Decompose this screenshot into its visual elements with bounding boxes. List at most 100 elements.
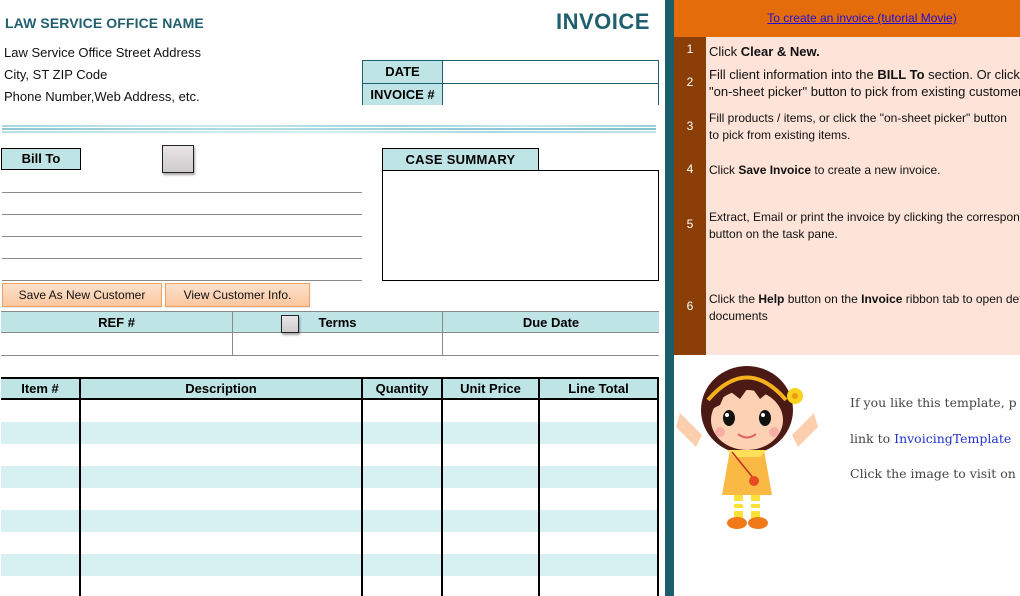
due-date-field[interactable] [443,333,659,355]
item-number-cell[interactable] [1,466,81,488]
item-number-cell[interactable] [1,554,81,576]
tutorial-movie-link[interactable]: To create an invoice (tutorial Movie) [737,11,956,25]
description-cell[interactable] [81,532,363,554]
description-cell[interactable] [81,466,363,488]
step-instruction: Extract, Email or print the invoice by c… [709,210,1020,241]
date-field[interactable] [443,61,658,83]
description-cell[interactable] [81,576,363,596]
item-number-cell[interactable] [1,400,81,422]
unit-price-cell[interactable] [443,576,540,596]
due-date-header: Due Date [522,315,580,330]
unit-price-cell[interactable] [443,422,540,444]
unit-price-cell[interactable] [443,554,540,576]
item-number-cell[interactable] [1,532,81,554]
line-total-cell[interactable] [540,488,659,510]
line-total-cell[interactable] [540,400,659,422]
line-total-cell[interactable] [540,444,659,466]
terms-header-cell: Terms [233,312,443,333]
line-total-cell[interactable] [540,576,659,596]
ref-header: REF # [1,312,233,332]
description-cell[interactable] [81,554,363,576]
quantity-cell[interactable] [363,510,443,532]
girl-right-arm [792,413,818,447]
unit-price-cell[interactable] [443,488,540,510]
item-number-cell[interactable] [1,510,81,532]
description-cell[interactable] [81,488,363,510]
template-site-image[interactable] [672,355,822,535]
girl-shoe [748,517,768,529]
quantity-cell[interactable] [363,466,443,488]
step-number: 2 [686,75,694,89]
invoice-number-field[interactable] [443,84,658,105]
quantity-cell[interactable] [363,422,443,444]
quantity-cell[interactable] [363,400,443,422]
description-cell[interactable] [81,510,363,532]
date-label: DATE [363,61,443,83]
tutorial-bar: To create an invoice (tutorial Movie) [674,0,1020,37]
save-as-new-customer-button[interactable]: Save As New Customer [2,283,162,307]
quantity-cell[interactable] [363,532,443,554]
line-total-cell[interactable] [540,510,659,532]
description-header: Description [81,379,363,398]
address-contact[interactable]: Phone Number,Web Address, etc. [4,89,200,104]
header-divider [2,125,656,134]
line-item-row [1,510,659,532]
girl-shoe [727,517,747,529]
line-item-row [1,466,659,488]
bill-to-line-3[interactable] [2,215,362,237]
terms-picker-button[interactable] [281,315,299,333]
girl-left-arm [676,413,702,447]
step-instruction: Fill client information into the BILL To… [709,67,1020,99]
step-number: 3 [686,119,694,133]
line-item-row [1,488,659,510]
quantity-cell[interactable] [363,576,443,596]
step-instruction: Click the Help button on the Invoice rib… [709,292,1020,323]
address-street[interactable]: Law Service Office Street Address [4,45,201,60]
quantity-header: Quantity [363,379,443,398]
ref-terms-values [1,333,659,355]
unit-price-cell[interactable] [443,400,540,422]
item-number-cell[interactable] [1,444,81,466]
unit-price-cell[interactable] [443,466,540,488]
unit-price-cell[interactable] [443,532,540,554]
case-summary-field[interactable] [382,170,659,281]
quantity-cell[interactable] [363,554,443,576]
ref-terms-table: REF # Terms Due Date [1,311,659,356]
unit-price-cell[interactable] [443,510,540,532]
step-instruction: Click Clear & New. [709,44,820,59]
item-number-cell[interactable] [1,422,81,444]
step-instruction: Fill products / items, or click the "on-… [709,111,1007,142]
bill-to-line-5[interactable] [2,259,362,281]
line-total-cell[interactable] [540,532,659,554]
line-items-header: Item # Description Quantity Unit Price L… [1,377,659,400]
case-summary-label: CASE SUMMARY [382,148,539,171]
company-name[interactable]: LAW SERVICE OFFICE NAME [5,15,204,31]
invoicing-template-link[interactable]: InvoicingTemplate [894,431,1011,446]
line-item-row [1,400,659,422]
ref-field[interactable] [1,333,233,355]
unit-price-cell[interactable] [443,444,540,466]
promo-line-2: link to InvoicingTemplate [850,431,1011,446]
line-total-cell[interactable] [540,422,659,444]
ref-terms-header: REF # Terms Due Date [1,311,659,333]
terms-field[interactable] [233,333,443,355]
item-number-cell[interactable] [1,488,81,510]
bill-to-line-1[interactable] [2,171,362,193]
description-cell[interactable] [81,444,363,466]
description-cell[interactable] [81,422,363,444]
address-city[interactable]: City, ST ZIP Code [4,67,107,82]
bill-to-line-2[interactable] [2,193,362,215]
quantity-cell[interactable] [363,444,443,466]
item-number-cell[interactable] [1,576,81,596]
bill-to-line-4[interactable] [2,237,362,259]
step-number: 4 [686,162,694,176]
description-cell[interactable] [81,400,363,422]
promo-line-3: Click the image to visit on [850,466,1016,481]
line-total-cell[interactable] [540,554,659,576]
line-total-cell[interactable] [540,466,659,488]
promo-link-prefix: link to [850,431,895,446]
view-customer-info-button[interactable]: View Customer Info. [165,283,310,307]
quantity-cell[interactable] [363,488,443,510]
customer-picker-button[interactable] [162,145,194,173]
step-number: 5 [686,217,694,231]
